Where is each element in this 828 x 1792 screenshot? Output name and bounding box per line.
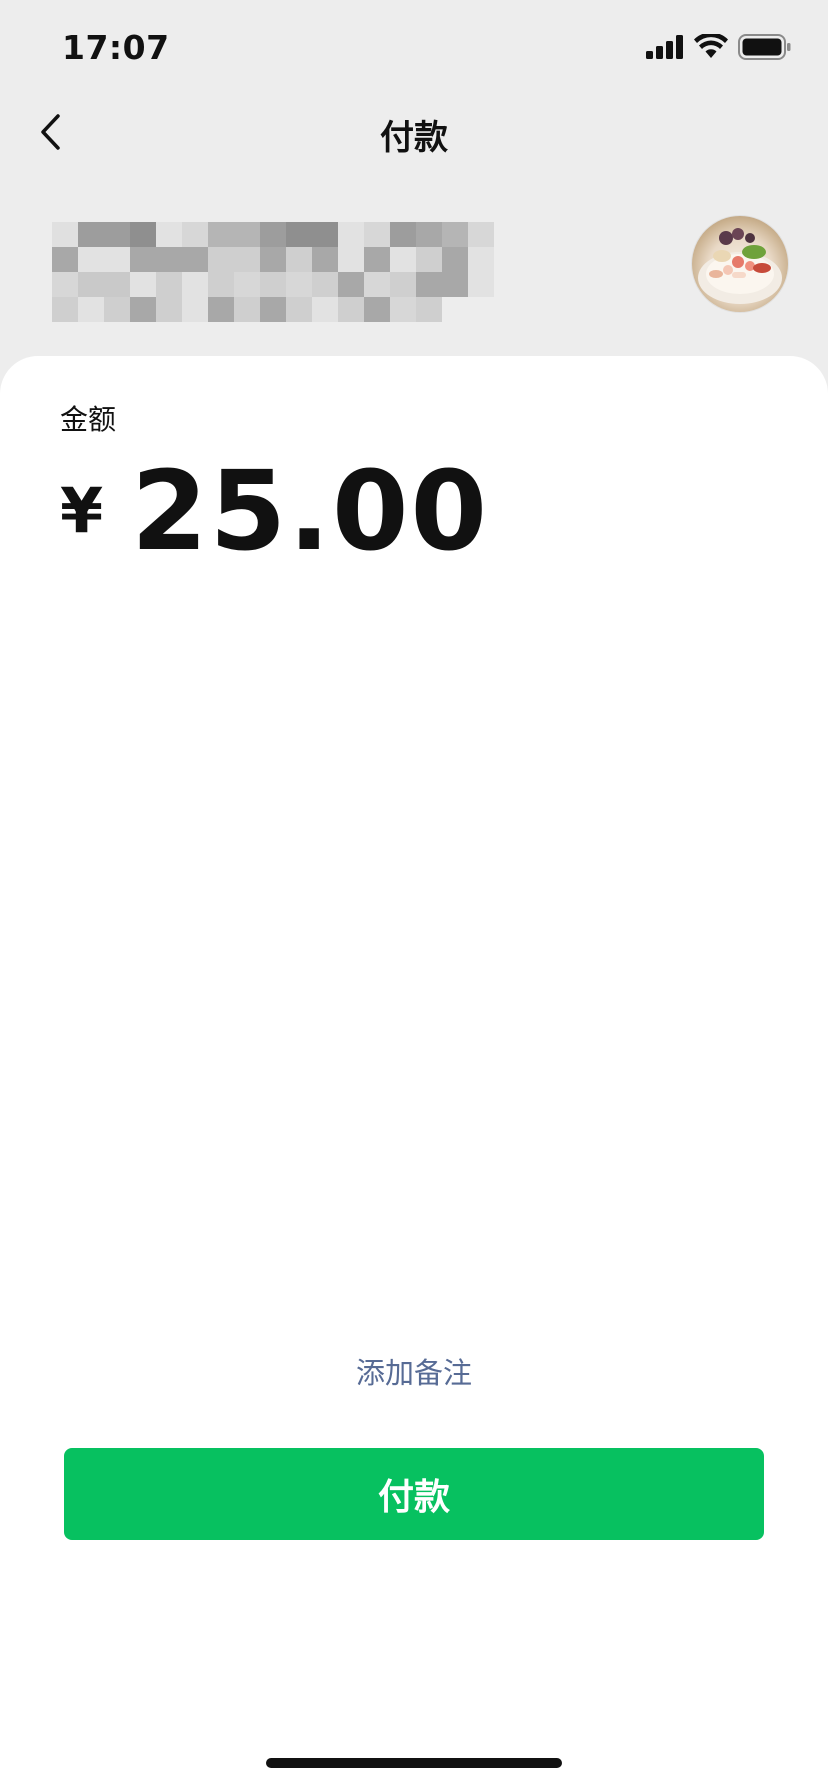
page-title: 付款 bbox=[380, 118, 448, 158]
mosaic-cell bbox=[104, 247, 130, 272]
status-time: 17:07 bbox=[62, 28, 170, 67]
mosaic-cell bbox=[208, 297, 234, 322]
mosaic-cell bbox=[234, 272, 260, 297]
amount-value: 25.00 bbox=[131, 447, 490, 575]
mosaic-cell bbox=[286, 272, 312, 297]
amount-display[interactable]: ¥ 25.00 bbox=[60, 456, 489, 566]
mosaic-cell bbox=[234, 297, 260, 322]
mosaic-cell bbox=[390, 222, 416, 247]
mosaic-cell bbox=[468, 222, 494, 247]
mosaic-cell bbox=[442, 272, 468, 297]
add-note-link[interactable]: 添加备注 bbox=[0, 1350, 828, 1392]
currency-symbol: ¥ bbox=[60, 474, 104, 547]
mosaic-cell bbox=[52, 272, 78, 297]
mosaic-cell bbox=[208, 247, 234, 272]
mosaic-cell bbox=[78, 247, 104, 272]
status-icons bbox=[646, 34, 792, 60]
cellular-signal-icon bbox=[646, 35, 683, 59]
mosaic-cell bbox=[260, 222, 286, 247]
mosaic-cell bbox=[52, 247, 78, 272]
mosaic-cell bbox=[104, 272, 130, 297]
mosaic-cell bbox=[468, 297, 494, 322]
mosaic-cell bbox=[208, 222, 234, 247]
mosaic-cell bbox=[182, 272, 208, 297]
mosaic-cell bbox=[156, 222, 182, 247]
mosaic-cell bbox=[442, 247, 468, 272]
mosaic-cell bbox=[156, 272, 182, 297]
battery-icon bbox=[738, 34, 791, 60]
mosaic-cell bbox=[156, 297, 182, 322]
mosaic-cell bbox=[182, 222, 208, 247]
amount-label: 金额 bbox=[60, 403, 117, 436]
mosaic-cell bbox=[468, 247, 494, 272]
payment-card: 金额 ¥ 25.00 添加备注 付款 bbox=[0, 356, 828, 1792]
mosaic-cell bbox=[286, 247, 312, 272]
mosaic-cell bbox=[364, 247, 390, 272]
mosaic-cell bbox=[416, 247, 442, 272]
mosaic-cell bbox=[234, 222, 260, 247]
mosaic-cell bbox=[78, 297, 104, 322]
mosaic-cell bbox=[312, 222, 338, 247]
payee-name-redacted bbox=[52, 222, 494, 322]
status-bar: 17:07 bbox=[0, 0, 828, 98]
mosaic-cell bbox=[416, 297, 442, 322]
mosaic-cell bbox=[286, 297, 312, 322]
mosaic-cell bbox=[442, 297, 468, 322]
avatar bbox=[692, 216, 788, 312]
mosaic-cell bbox=[390, 297, 416, 322]
mosaic-cell bbox=[442, 222, 468, 247]
mosaic-cell bbox=[338, 222, 364, 247]
mosaic-cell bbox=[390, 272, 416, 297]
mosaic-cell bbox=[468, 272, 494, 297]
payee-info bbox=[0, 210, 828, 322]
mosaic-cell bbox=[208, 272, 234, 297]
mosaic-cell bbox=[312, 297, 338, 322]
mosaic-cell bbox=[130, 297, 156, 322]
mosaic-cell bbox=[78, 272, 104, 297]
mosaic-cell bbox=[182, 247, 208, 272]
mosaic-cell bbox=[338, 247, 364, 272]
mosaic-cell bbox=[260, 297, 286, 322]
pay-button[interactable]: 付款 bbox=[64, 1448, 764, 1540]
mosaic-cell bbox=[130, 222, 156, 247]
mosaic-cell bbox=[260, 272, 286, 297]
mosaic-cell bbox=[104, 297, 130, 322]
mosaic-cell bbox=[52, 222, 78, 247]
navigation-bar: 付款 bbox=[0, 98, 828, 168]
mosaic-cell bbox=[416, 222, 442, 247]
mosaic-cell bbox=[364, 272, 390, 297]
mosaic-cell bbox=[338, 272, 364, 297]
mosaic-cell bbox=[286, 222, 312, 247]
mosaic-cell bbox=[104, 222, 130, 247]
home-indicator bbox=[266, 1758, 562, 1768]
mosaic-cell bbox=[156, 247, 182, 272]
mosaic-cell bbox=[338, 297, 364, 322]
mosaic-cell bbox=[182, 297, 208, 322]
food-photo-avatar-image bbox=[698, 228, 782, 304]
mosaic-cell bbox=[312, 247, 338, 272]
mosaic-cell bbox=[364, 222, 390, 247]
wifi-icon bbox=[694, 34, 728, 58]
mosaic-cell bbox=[312, 272, 338, 297]
mosaic-cell bbox=[416, 272, 442, 297]
mosaic-cell bbox=[130, 247, 156, 272]
mosaic-cell bbox=[52, 297, 78, 322]
mosaic-cell bbox=[364, 297, 390, 322]
mosaic-cell bbox=[78, 222, 104, 247]
mosaic-cell bbox=[260, 247, 286, 272]
pixelated-name-mosaic bbox=[52, 222, 494, 322]
mosaic-cell bbox=[130, 272, 156, 297]
mosaic-cell bbox=[390, 247, 416, 272]
mosaic-cell bbox=[234, 247, 260, 272]
